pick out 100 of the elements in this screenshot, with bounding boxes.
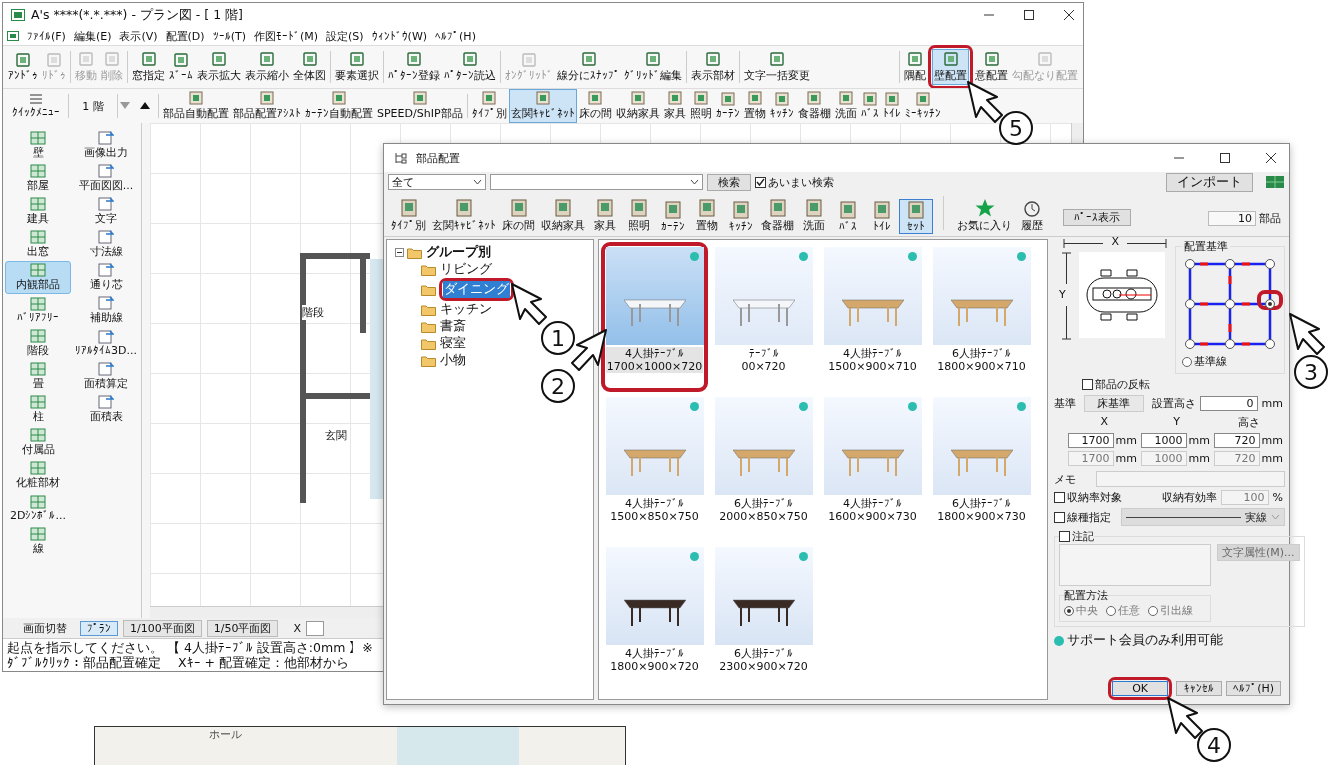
menu-item[interactable]: 編集(E) [73, 28, 112, 44]
toolbar-button[interactable]: 部品配置ｱｼｽﾄ [231, 89, 303, 123]
toolbar-button[interactable]: ﾊﾟﾀｰﾝ登録 [386, 49, 442, 85]
toolbar-button[interactable]: 床の間 [576, 89, 614, 123]
category-button[interactable]: 食器棚 [758, 197, 797, 234]
sidebar-tool-button[interactable]: 壁 [5, 129, 71, 162]
sidebar-tool-button[interactable]: 化粧部材 [5, 459, 71, 492]
sidebar-tool-button[interactable]: ﾊﾞﾘｱﾌﾘｰ [5, 294, 71, 327]
category-button[interactable]: 家具 [588, 197, 622, 234]
toolbar-button[interactable]: ﾄｲﾚ [880, 90, 903, 122]
toolbar-button[interactable]: 照明 [687, 89, 714, 123]
toolbar-button[interactable]: ﾊﾞｽ [858, 90, 881, 122]
tree-item[interactable]: 小物 [439, 352, 467, 369]
tree-item[interactable]: ダイニング [443, 281, 510, 298]
anchor-radio[interactable] [1265, 259, 1275, 269]
ratio-input[interactable]: 100 [1220, 490, 1269, 505]
note-checkbox[interactable]: 注記 [1059, 529, 1094, 544]
toolbar-button[interactable]: ｸﾞﾘｯﾄﾞ編集 [622, 49, 684, 85]
tree-item[interactable]: リビング [439, 261, 493, 278]
size-input[interactable]: 720 [1214, 433, 1260, 448]
part-tile[interactable]: 6人掛ﾃｰﾌﾞﾙ 1800×900×730 [928, 392, 1035, 542]
sidebar-tool-button[interactable]: 線 [5, 525, 71, 558]
category-button[interactable]: 置物 [690, 197, 724, 234]
close-icon[interactable] [1265, 152, 1277, 164]
sidebar-tool-button[interactable]: 補助線 [73, 294, 139, 327]
part-tile[interactable]: 4人掛ﾃｰﾌﾞﾙ 1700×1000×720 [601, 242, 708, 392]
sidebar-tool-button[interactable]: 寸法線 [73, 228, 139, 261]
menu-item[interactable]: ﾂｰﾙ(T) [212, 29, 246, 43]
toolbar-button[interactable]: 全体図 [291, 49, 328, 85]
menu-item[interactable]: 設定(S) [326, 28, 364, 44]
part-tile[interactable]: 4人掛ﾃｰﾌﾞﾙ 1500×900×710 [819, 242, 926, 392]
sidebar-tool-button[interactable]: 画像出力 [73, 129, 139, 162]
toolbar-button[interactable]: 表示縮小 [243, 49, 291, 85]
sidebar-tool-button[interactable]: 階段 [5, 327, 71, 360]
category-button[interactable]: ｾｯﾄ [899, 199, 933, 234]
dialog-button[interactable]: OK [1112, 681, 1169, 696]
category-button[interactable]: 洗面 [797, 197, 831, 234]
toolbar-button[interactable]: 表示部材 [689, 49, 737, 85]
dialog-button[interactable]: ﾍﾙﾌﾟ(H) [1226, 681, 1281, 696]
filter-dropdown[interactable]: 全て [388, 174, 486, 190]
view-tab[interactable]: ﾌﾟﾗﾝ [80, 620, 118, 636]
view-tab[interactable]: 1/50平面図 [206, 619, 279, 637]
category-button[interactable]: 照明 [622, 197, 656, 234]
tree-item[interactable]: 書斎 [439, 318, 467, 335]
storage-checkbox[interactable]: 収納率対象 [1054, 490, 1122, 505]
close-icon[interactable] [1063, 9, 1075, 21]
toolbar-button[interactable]: 部品自動配置 [161, 89, 231, 123]
maximize-icon[interactable] [1023, 9, 1035, 21]
toolbar-button[interactable]: 食器棚 [795, 89, 833, 123]
sidebar-tool-button[interactable]: 2Dｼﾝﾎﾞﾙ... [5, 492, 71, 525]
search-field[interactable] [490, 174, 703, 190]
height-input[interactable]: 0 [1199, 396, 1258, 411]
maximize-icon[interactable] [1219, 152, 1231, 164]
baseline-radio[interactable]: 基準線 [1182, 354, 1278, 369]
toolbar-button[interactable]: 置物 [741, 89, 768, 123]
menu-item[interactable]: ﾍﾙﾌﾟ(H) [435, 29, 476, 43]
toolbar-button[interactable]: 窓指定 [130, 49, 167, 85]
anchor-radio[interactable] [1185, 339, 1195, 349]
sidebar-tool-button[interactable]: 付属品 [5, 426, 71, 459]
toolbar-button[interactable]: 意配置 [973, 49, 1010, 85]
toolbar-button[interactable]: ｱﾝﾄﾞｩ [6, 50, 40, 84]
toolbar-button[interactable]: SPEED/ShIP部品 [375, 89, 465, 123]
sidebar-tool-button[interactable]: 文字 [73, 195, 139, 228]
view-tab[interactable]: 1/100平面図 [123, 619, 202, 637]
size-input[interactable]: 1700 [1068, 433, 1114, 448]
sidebar-tool-button[interactable]: 部屋 [5, 162, 71, 195]
anchor-radio[interactable] [1185, 299, 1195, 309]
toolbar-button[interactable]: ﾀｲﾌﾟ別 [469, 89, 509, 123]
search-button[interactable]: 検索 [707, 173, 751, 191]
sidebar-tool-button[interactable]: 出窓 [5, 228, 71, 261]
up-arrow-icon[interactable] [140, 102, 150, 110]
fuzzy-search-checkbox[interactable]: あいまい検索 [755, 174, 834, 190]
anchor-radio[interactable] [1225, 259, 1235, 269]
category-button[interactable]: ﾄｲﾚ [865, 199, 899, 234]
toolbar-button[interactable]: 表示拡大 [195, 49, 243, 85]
toolbar-button[interactable]: 要素選択 [333, 49, 381, 85]
tree-item[interactable]: グループ別 [425, 244, 492, 261]
category-button[interactable]: ﾀｲﾌﾟ別 [388, 197, 429, 234]
dialog-button[interactable]: ｷｬﾝｾﾙ [1176, 681, 1223, 696]
favorites-button[interactable]: お気に入り [954, 197, 1015, 234]
toolbar-button[interactable]: ｷｯﾁﾝ [767, 90, 796, 122]
quick-menu-button[interactable]: ｸｲｯｸﾒﾆｭｰ [6, 91, 66, 121]
anchor-radio[interactable] [1265, 339, 1275, 349]
collapse-toggle-icon[interactable] [395, 248, 404, 257]
import-button[interactable]: インポート [1166, 172, 1253, 192]
sidebar-tool-button[interactable]: 平面図図... [73, 162, 139, 195]
flip-checkbox[interactable]: 部品の反転 [1082, 377, 1285, 392]
category-button[interactable]: 収納家具 [538, 197, 588, 234]
part-tile[interactable]: 4人掛ﾃｰﾌﾞﾙ 1500×850×750 [601, 392, 708, 542]
menu-item[interactable]: ﾌｧｲﾙ(F) [27, 29, 66, 43]
method-radio[interactable]: 引出線 [1148, 603, 1193, 618]
line-type-dropdown[interactable]: 実線 [1121, 508, 1285, 526]
size-input[interactable]: 1000 [1141, 433, 1187, 448]
toolbar-button[interactable]: 収納家具 [613, 89, 662, 123]
menu-item[interactable]: 作図ﾓｰﾄﾞ(M) [253, 28, 319, 44]
sidebar-tool-button[interactable]: 面積表 [73, 393, 139, 426]
menu-item[interactable]: ｳｨﾝﾄﾞｳ(W) [371, 29, 428, 43]
toolbar-button[interactable]: ｶｰﾃﾝ [713, 90, 742, 122]
sidebar-tool-button[interactable]: 建具 [5, 195, 71, 228]
method-radio[interactable]: 任意 [1106, 603, 1140, 618]
